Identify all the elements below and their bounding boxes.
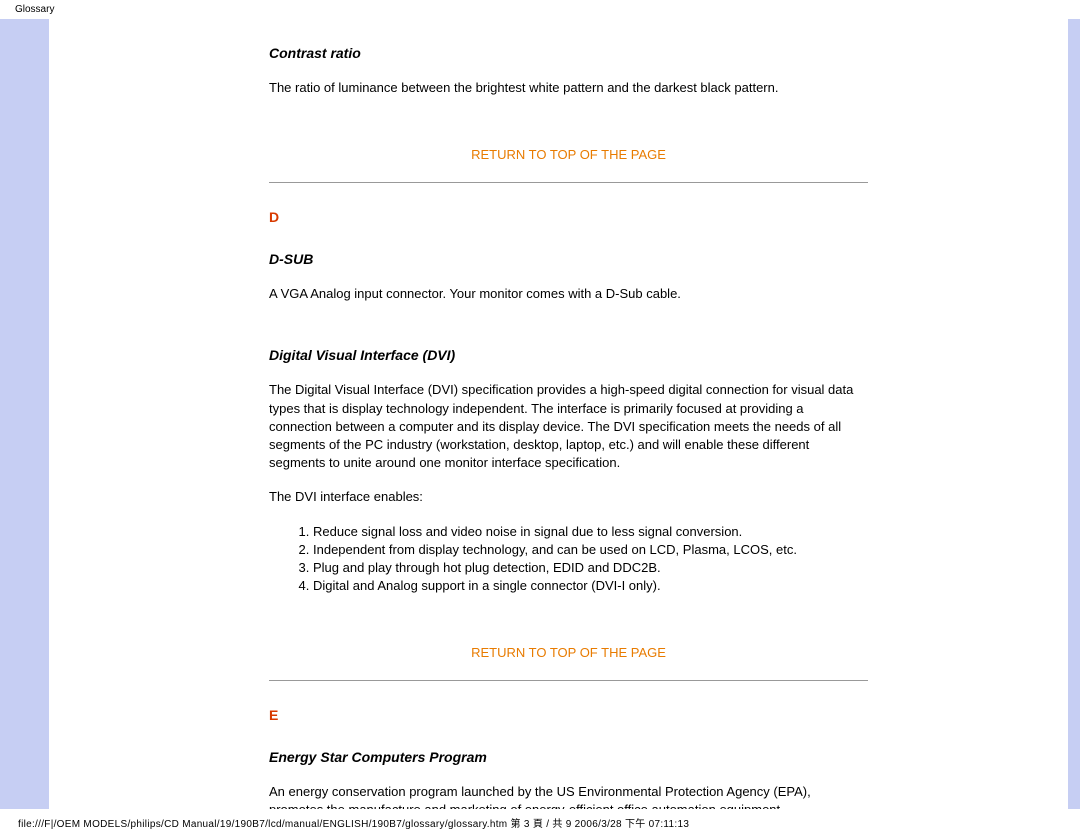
page-body: Contrast ratio The ratio of luminance be… — [0, 19, 1080, 809]
term-energy-star-body: An energy conservation program launched … — [269, 783, 868, 809]
list-item: Independent from display technology, and… — [313, 541, 868, 559]
divider — [269, 680, 868, 681]
main-content: Contrast ratio The ratio of luminance be… — [59, 19, 1068, 809]
dvi-enables-list: Reduce signal loss and video noise in si… — [269, 523, 868, 596]
page-header-label: Glossary — [0, 0, 1080, 19]
section-letter-e: E — [269, 707, 868, 723]
term-dvi-body2: The DVI interface enables: — [269, 488, 868, 506]
term-dvi-body1: The Digital Visual Interface (DVI) speci… — [269, 381, 868, 472]
list-item: Digital and Analog support in a single c… — [313, 577, 868, 595]
return-to-top-link[interactable]: RETURN TO TOP OF THE PAGE — [269, 147, 868, 162]
gutter — [49, 19, 59, 809]
term-dsub-title: D-SUB — [269, 251, 868, 267]
term-contrast-ratio-body: The ratio of luminance between the brigh… — [269, 79, 868, 97]
footer-file-path: file:///F|/OEM MODELS/philips/CD Manual/… — [0, 809, 1080, 834]
right-sidebar — [1068, 19, 1080, 809]
term-dsub-body: A VGA Analog input connector. Your monit… — [269, 285, 868, 303]
term-contrast-ratio-title: Contrast ratio — [269, 45, 868, 61]
section-letter-d: D — [269, 209, 868, 225]
list-item: Reduce signal loss and video noise in si… — [313, 523, 868, 541]
left-sidebar — [0, 19, 49, 809]
list-item: Plug and play through hot plug detection… — [313, 559, 868, 577]
term-dvi-title: Digital Visual Interface (DVI) — [269, 347, 868, 363]
return-to-top-link[interactable]: RETURN TO TOP OF THE PAGE — [269, 645, 868, 660]
term-energy-star-title: Energy Star Computers Program — [269, 749, 868, 765]
divider — [269, 182, 868, 183]
